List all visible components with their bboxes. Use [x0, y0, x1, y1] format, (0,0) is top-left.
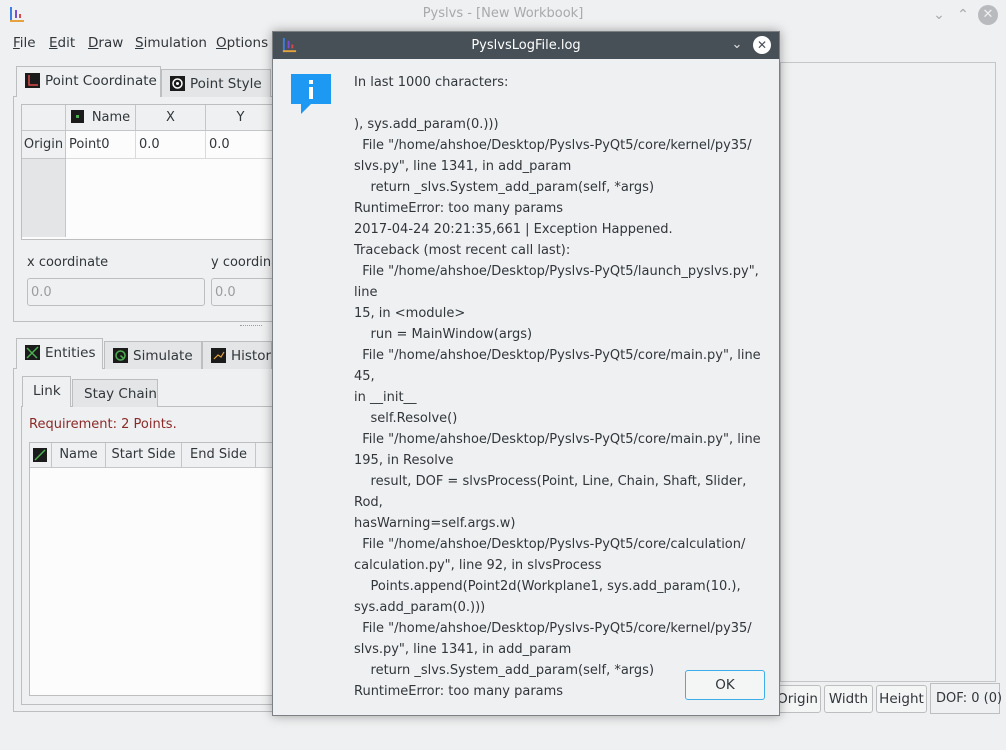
entities-icon — [25, 345, 40, 360]
table-cell-x[interactable]: 0.0 — [136, 131, 206, 159]
menu-draw[interactable]: Draw — [88, 35, 123, 51]
menu-file[interactable]: File — [13, 35, 36, 51]
width-button[interactable]: Width — [824, 685, 873, 713]
height-button[interactable]: Height — [876, 685, 927, 713]
y-coordinate-label: y coordina — [211, 255, 280, 270]
y-coordinate-input[interactable]: 0.0 — [211, 278, 281, 306]
table-corner — [22, 105, 66, 131]
window-close-button[interactable]: ✕ — [978, 5, 998, 25]
ok-button[interactable]: OK — [685, 670, 765, 700]
column-header-start-side[interactable]: Start Side — [106, 443, 182, 468]
tab-point-style[interactable]: Point Style — [161, 69, 271, 97]
point-style-icon — [170, 76, 185, 91]
menu-edit[interactable]: Edit — [49, 35, 75, 51]
link-table-corner — [30, 443, 52, 468]
origin-button[interactable]: Origin — [774, 685, 821, 713]
close-icon: ✕ — [756, 38, 768, 52]
point-icon — [70, 110, 84, 123]
link-table — [29, 442, 279, 696]
x-coordinate-input[interactable]: 0.0 — [27, 278, 205, 306]
history-icon — [211, 348, 226, 363]
column-header-link-name[interactable]: Name — [52, 443, 106, 468]
column-header-end-side[interactable]: End Side — [182, 443, 256, 468]
tab-history[interactable]: History — [202, 341, 272, 369]
column-header-y[interactable]: Y — [206, 105, 276, 131]
table-cell-name[interactable]: Point0 — [66, 131, 136, 159]
requirement-text: Requirement: 2 Points. — [29, 417, 177, 432]
row-header-origin[interactable]: Origin — [22, 131, 66, 159]
menu-options[interactable]: Options — [216, 35, 268, 51]
dialog-menu-button[interactable]: ⌄ — [728, 36, 746, 54]
chevron-down-icon: ⌄ — [933, 7, 945, 23]
tab-simulate[interactable]: Simulate — [104, 341, 202, 369]
maximize-button[interactable]: ⌃ — [954, 6, 972, 24]
dialog-title: PyslvsLogFile.log — [471, 38, 581, 53]
column-header-name[interactable]: Name — [66, 105, 136, 131]
window-title: Pyslvs - [New Workbook] — [422, 6, 584, 21]
column-header-x[interactable]: X — [136, 105, 206, 131]
log-dialog: PyslvsLogFile.log ⌄ ✕ In last 1000 chara… — [272, 31, 780, 716]
dialog-close-button[interactable]: ✕ — [753, 36, 771, 54]
info-icon — [291, 74, 331, 114]
table-cell-y[interactable]: 0.0 — [206, 131, 276, 159]
log-message: In last 1000 characters: ), sys.add_para… — [354, 75, 761, 699]
tab-point-coordinate[interactable]: Point Coordinate — [16, 66, 161, 97]
splitter-handle[interactable] — [240, 325, 262, 329]
canvas-area[interactable] — [780, 62, 996, 682]
simulate-icon — [113, 348, 128, 363]
chevron-up-icon: ⌃ — [957, 7, 969, 23]
close-icon: ✕ — [982, 7, 994, 22]
x-coordinate-label: x coordinate — [27, 255, 109, 270]
point-coordinate-icon — [25, 73, 40, 88]
subtab-link[interactable]: Link — [22, 376, 71, 407]
menu-simulation[interactable]: Simulation — [135, 35, 207, 51]
dof-status: DOF: 0 (0) — [930, 683, 1002, 714]
link-icon — [33, 448, 47, 462]
chevron-down-icon: ⌄ — [731, 37, 743, 52]
subtab-stay-chain[interactable]: Stay Chain — [72, 379, 158, 407]
minimize-button[interactable]: ⌄ — [930, 6, 948, 24]
tab-entities[interactable]: Entities — [16, 338, 103, 369]
